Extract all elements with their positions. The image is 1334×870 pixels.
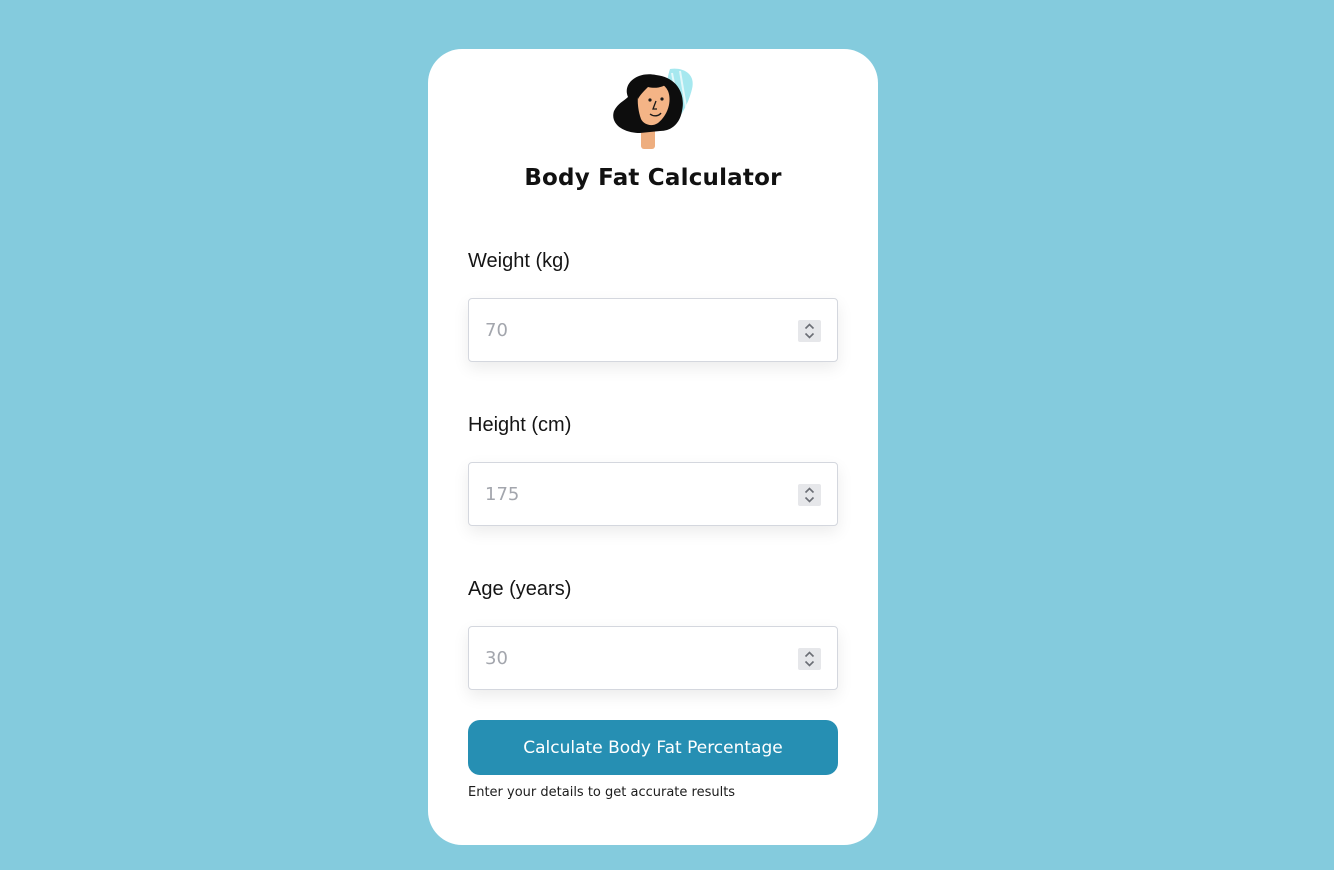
weight-stepper[interactable] bbox=[798, 320, 821, 342]
hint-text: Enter your details to get accurate resul… bbox=[468, 785, 736, 800]
weight-label: Weight (kg) bbox=[468, 250, 570, 272]
woman-avatar-icon bbox=[610, 67, 700, 153]
calculator-card: Body Fat Calculator Weight (kg) Height (… bbox=[428, 49, 878, 845]
height-field-container bbox=[468, 462, 838, 526]
weight-input[interactable] bbox=[469, 299, 837, 361]
calculate-button[interactable]: Calculate Body Fat Percentage bbox=[468, 720, 838, 775]
age-field-container bbox=[468, 626, 838, 690]
height-input[interactable] bbox=[469, 463, 837, 525]
chevron-up-down-icon bbox=[804, 487, 815, 503]
chevron-up-down-icon bbox=[804, 323, 815, 339]
height-label: Height (cm) bbox=[468, 414, 572, 436]
age-input[interactable] bbox=[469, 627, 837, 689]
weight-field-container bbox=[468, 298, 838, 362]
chevron-up-down-icon bbox=[804, 651, 815, 667]
age-label: Age (years) bbox=[468, 578, 572, 600]
age-stepper[interactable] bbox=[798, 648, 821, 670]
page-title: Body Fat Calculator bbox=[524, 165, 782, 191]
height-stepper[interactable] bbox=[798, 484, 821, 506]
